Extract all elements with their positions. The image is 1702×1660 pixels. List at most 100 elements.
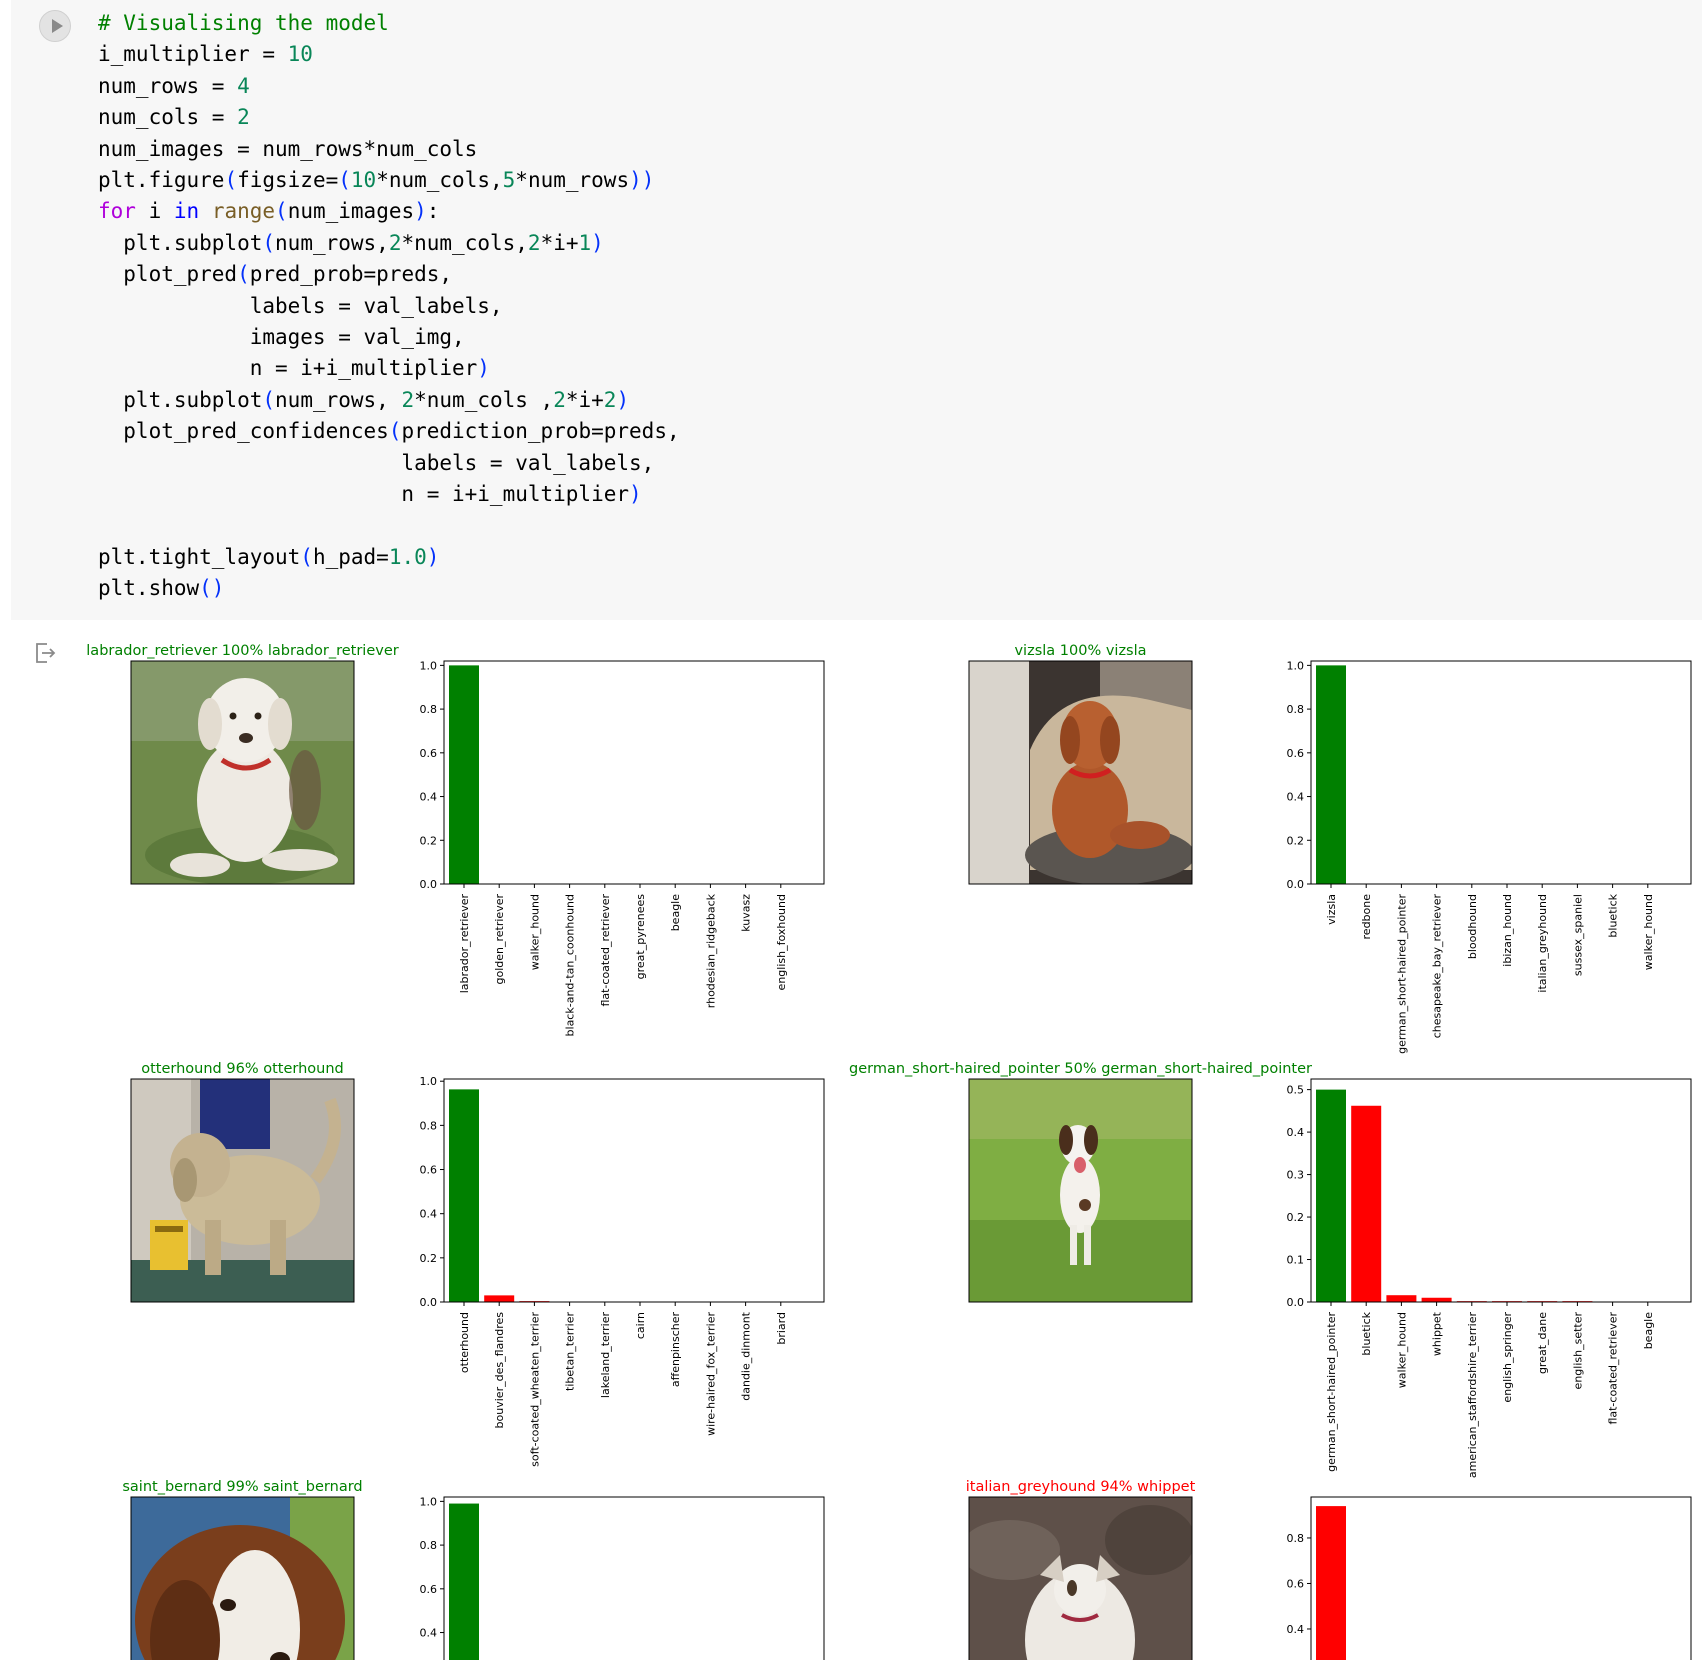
code-line: i_multiplier = 10 xyxy=(98,42,313,66)
confidence-chart: 0.0 0.1 0.2 0.3 0.4 0.5 german_short-haired_po… xyxy=(1287,1078,1692,1478)
code-token: ( xyxy=(388,419,402,444)
x-tick-label: walker_hound xyxy=(1395,1312,1408,1388)
y-tick-label: 0.0 xyxy=(1287,1296,1305,1309)
x-tick-label: ibizan_hound xyxy=(1501,894,1514,967)
code-token: ( xyxy=(237,262,250,287)
y-tick-label: 0.2 xyxy=(1287,1211,1305,1224)
x-tick-label: beagle xyxy=(669,894,682,932)
code-token: plot_pred xyxy=(98,262,238,287)
y-tick-label: 0.3 xyxy=(1287,1169,1305,1182)
code-token: 1 xyxy=(578,230,592,255)
code-token: num_rows = xyxy=(98,73,238,98)
x-tick-label: soft-coated_wheaten_terrier xyxy=(528,1312,541,1467)
code-line: labels = val_labels, xyxy=(98,451,654,475)
y-tick-label: 0.8 xyxy=(420,703,438,716)
code-token: *num_cols , xyxy=(414,387,554,412)
y-tick-label: 0.6 xyxy=(420,747,438,760)
code-token: () xyxy=(199,576,225,601)
code-token: 1.0 xyxy=(388,544,427,569)
code-token: 2 xyxy=(527,230,541,255)
code-token: n = i+i_multiplier xyxy=(98,482,630,507)
x-tick-label: flat-coated_retriever xyxy=(1607,1312,1620,1425)
code-line: num_images = num_rows*num_cols xyxy=(98,137,477,161)
code-line: for i in range(num_images): xyxy=(98,199,439,223)
axes-frame xyxy=(443,1078,825,1303)
code-cell[interactable]: # Visualising the model i_multiplier = 1… xyxy=(11,0,1702,620)
x-tick-label: affenpinscher xyxy=(669,1312,682,1388)
code-token: labels = val_labels, xyxy=(98,450,655,475)
code-token: ) xyxy=(426,544,440,569)
x-tick-label: lakeland_terrier xyxy=(599,1312,612,1399)
code-token: plt.show xyxy=(98,576,200,601)
x-tick-label: rhodesian_ridgeback xyxy=(704,893,717,1008)
y-tick-label: 0.4 xyxy=(1287,1623,1305,1636)
code-line: # Visualising the model xyxy=(98,11,389,35)
y-tick-label: 0.2 xyxy=(420,834,438,847)
bar xyxy=(1351,1105,1382,1302)
code-line: plt.subplot(num_rows, 2*num_cols ,2*i+2) xyxy=(98,388,629,412)
y-tick-label: 0.0 xyxy=(420,1296,438,1309)
code-token: 2 xyxy=(388,230,402,255)
play-circle-icon[interactable] xyxy=(39,10,71,42)
dog-photo-vizsla xyxy=(969,661,1192,884)
axes-frame xyxy=(1310,660,1692,885)
code-token: i_multiplier = xyxy=(98,42,288,67)
x-tick-label: bluetick xyxy=(1607,893,1620,937)
y-tick-label: 0.8 xyxy=(1287,1532,1305,1545)
x-tick-label: dandie_dinmont xyxy=(740,1311,753,1400)
code-token: 5 xyxy=(502,168,516,193)
y-tick-label: 0.4 xyxy=(1287,1126,1305,1139)
code-token: num_rows, xyxy=(275,230,389,255)
code-token: plt.subplot xyxy=(98,387,263,412)
code-line: n = i+i_multiplier) xyxy=(98,356,490,380)
code-editor[interactable]: # Visualising the model i_multiplier = 1… xyxy=(98,8,680,605)
bar xyxy=(1316,1089,1346,1302)
x-tick-label: redbone xyxy=(1360,894,1373,940)
code-token: n = i+i_multiplier xyxy=(98,356,478,381)
code-line: plt.figure(figsize=(10*num_cols,5*num_ro… xyxy=(98,168,654,192)
prediction-title: otterhound 96% otterhound xyxy=(141,1061,343,1077)
x-tick-label: wire-haired_fox_terrier xyxy=(704,1312,717,1436)
code-token: 2 xyxy=(237,105,250,130)
code-line: plt.subplot(num_rows,2*num_cols,2*i+1) xyxy=(98,231,604,255)
code-token: range xyxy=(211,199,276,224)
code-token: ( xyxy=(300,544,313,569)
code-token: for xyxy=(98,199,136,224)
code-line: plt.show() xyxy=(98,576,224,600)
code-token: 2 xyxy=(603,387,617,412)
code-token: num_rows, xyxy=(275,387,402,412)
code-token: # Visualising the model xyxy=(98,11,389,35)
code-line: num_rows = 4 xyxy=(98,74,250,98)
y-tick-label: 0.4 xyxy=(1287,791,1305,804)
axes-frame xyxy=(1310,1496,1692,1660)
code-line: labels = val_labels, xyxy=(98,294,503,318)
code-token: plt.figure xyxy=(98,168,225,193)
prediction-title: saint_bernard 99% saint_bernard xyxy=(122,1479,362,1495)
code-token: plt.subplot xyxy=(98,230,263,255)
x-tick-label: german_short-haired_pointer xyxy=(1325,1312,1338,1472)
prediction-title: vizsla 100% vizsla xyxy=(1014,643,1146,659)
prediction-title: labrador_retriever 100% labrador_retriev… xyxy=(86,643,398,659)
y-tick-label: 0.6 xyxy=(1287,747,1305,760)
confidence-chart: 0.4 0.6 0.8 xyxy=(1287,1496,1692,1660)
y-tick-label: 0.4 xyxy=(420,1208,438,1221)
x-tick-label: walker_hound xyxy=(528,894,541,970)
y-tick-label: 1.0 xyxy=(420,659,438,672)
prediction-title: german_short-haired_pointer 50% german_s… xyxy=(849,1061,1312,1077)
dog-photo-whippet xyxy=(969,1497,1192,1660)
code-token: num_cols = xyxy=(98,105,238,130)
x-tick-label: english_foxhound xyxy=(775,894,788,990)
code-line: plot_pred_confidences(prediction_prob=pr… xyxy=(98,419,679,444)
bar xyxy=(484,1295,515,1302)
code-token: : xyxy=(426,199,440,224)
bar xyxy=(449,1089,479,1302)
code-token: )) xyxy=(629,168,655,193)
y-tick-label: 0.2 xyxy=(1287,834,1305,847)
bar xyxy=(1316,665,1346,884)
axes-frame xyxy=(443,660,825,885)
x-tick-label: bloodhound xyxy=(1466,894,1479,959)
x-tick-label: bluetick xyxy=(1360,1311,1373,1355)
x-tick-label: black-and-tan_coonhound xyxy=(564,894,577,1036)
code-token: labels = val_labels, xyxy=(98,293,503,318)
